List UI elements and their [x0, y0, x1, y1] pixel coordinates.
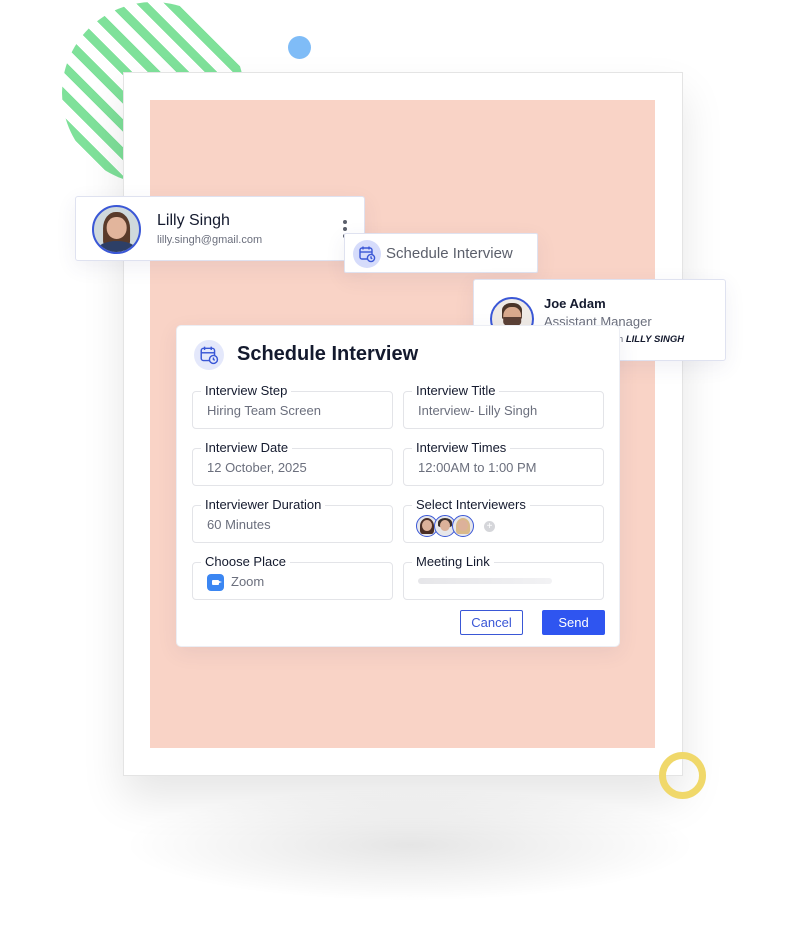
- interviewer-name: Joe Adam: [544, 296, 606, 311]
- select-interviewers-field[interactable]: Select Interviewers +: [403, 497, 604, 543]
- form-title: Schedule Interview: [237, 343, 419, 365]
- candidate-avatar: [92, 205, 141, 254]
- selected-interviewers: +: [416, 515, 495, 537]
- field-label: Choose Place: [201, 554, 290, 570]
- calendar-clock-icon: [353, 240, 381, 268]
- interview-times-field[interactable]: Interview Times 12:00AM to 1:00 PM: [403, 440, 604, 486]
- calendar-clock-icon: [194, 340, 224, 370]
- cancel-button[interactable]: Cancel: [460, 610, 523, 635]
- field-value: Interview- Lilly Singh: [418, 403, 538, 418]
- send-button[interactable]: Send: [542, 610, 605, 635]
- field-label: Interview Title: [412, 383, 500, 399]
- field-value: 12 October, 2025: [207, 460, 307, 475]
- interview-step-field[interactable]: Interview Step Hiring Team Screen: [192, 383, 393, 429]
- field-value: 60 Minutes: [207, 517, 271, 532]
- field-label: Select Interviewers: [412, 497, 530, 513]
- interviewer-duration-field[interactable]: Interviewer Duration 60 Minutes: [192, 497, 393, 543]
- frame-shadow: [130, 790, 690, 900]
- yellow-ring-decoration: [659, 752, 706, 799]
- field-label: Interview Date: [201, 440, 293, 456]
- interview-date-field[interactable]: Interview Date 12 October, 2025: [192, 440, 393, 486]
- field-value: Hiring Team Screen: [207, 403, 321, 418]
- link-placeholder-bar: [418, 578, 552, 584]
- field-label: Interview Step: [201, 383, 292, 399]
- field-value: Zoom: [231, 574, 265, 589]
- field-value: 12:00AM to 1:00 PM: [418, 460, 537, 475]
- candidate-email: lilly.singh@gmail.com: [157, 234, 263, 246]
- interviewer-avatar[interactable]: [452, 515, 474, 537]
- choose-place-field[interactable]: Choose Place Zoom: [192, 554, 393, 600]
- interview-note-candidate: LILLY SINGH: [625, 334, 685, 345]
- candidate-name: Lilly Singh: [157, 212, 230, 229]
- field-label: Interviewer Duration: [201, 497, 326, 513]
- blue-dot-decoration: [288, 36, 311, 59]
- field-label: Meeting Link: [412, 554, 494, 570]
- meeting-link-field[interactable]: Meeting Link: [403, 554, 604, 600]
- candidate-card[interactable]: Lilly Singh lilly.singh@gmail.com: [75, 196, 365, 261]
- interview-title-field[interactable]: Interview Title Interview- Lilly Singh: [403, 383, 604, 429]
- zoom-icon: [207, 574, 224, 591]
- plus-icon[interactable]: +: [484, 520, 495, 532]
- field-label: Interview Times: [412, 440, 511, 456]
- schedule-interview-chip[interactable]: Schedule Interview: [344, 233, 538, 273]
- schedule-interview-form: Schedule Interview Interview Step Hiring…: [176, 325, 620, 647]
- schedule-chip-label: Schedule Interview: [386, 245, 513, 262]
